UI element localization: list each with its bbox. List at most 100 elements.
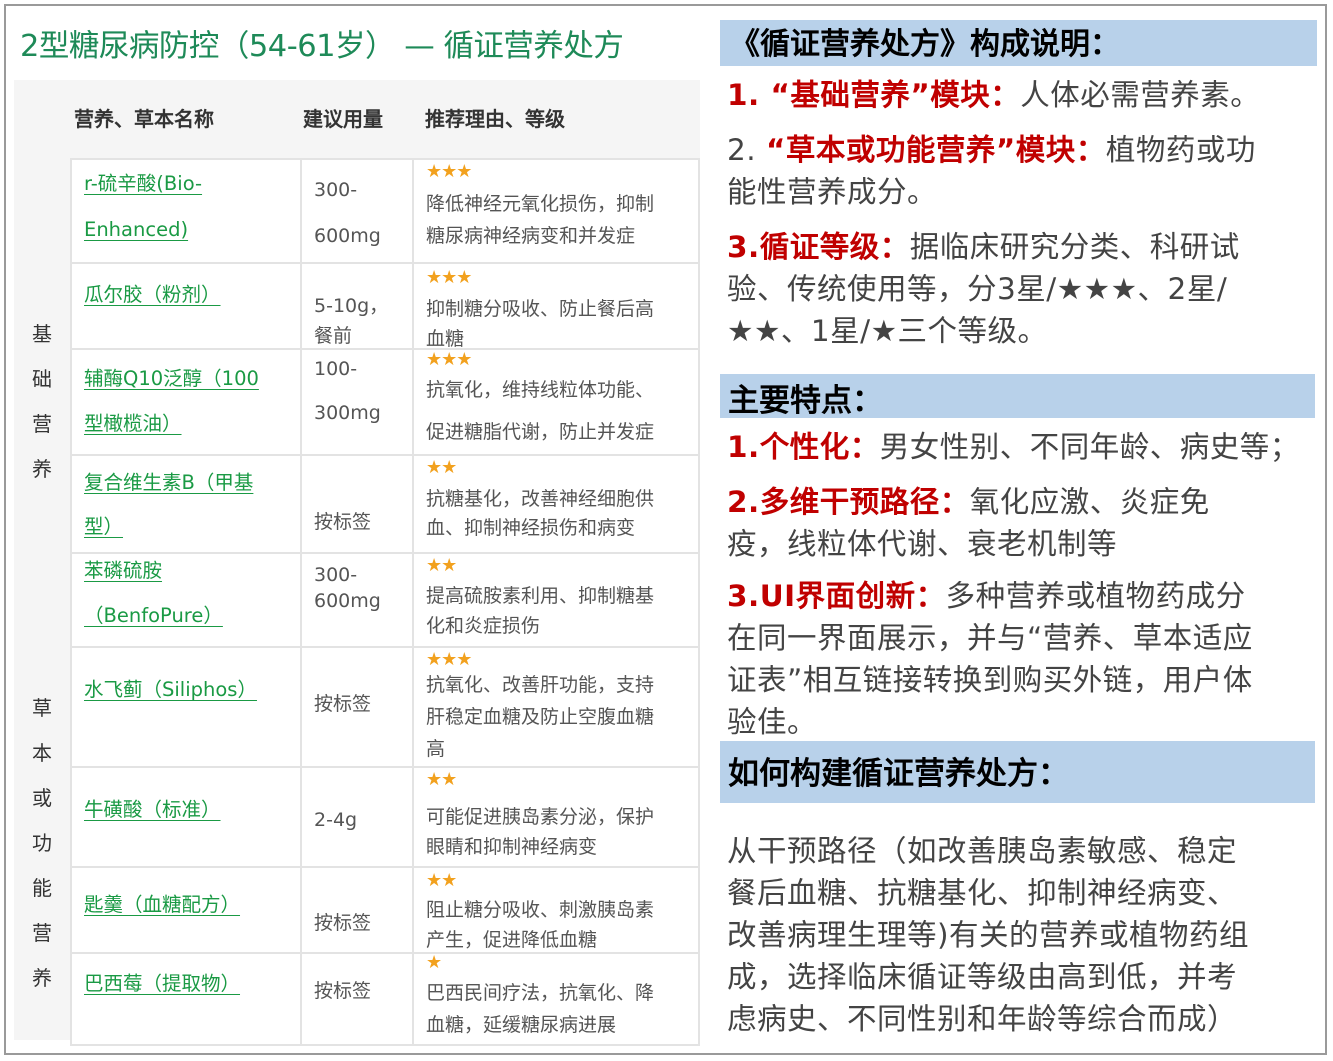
group-label-char: 本 — [32, 740, 52, 765]
dose-cell: 2-4g — [300, 768, 412, 866]
nutrient-name-link[interactable]: 瓜尔胶（粉剂） — [84, 273, 221, 317]
name-cell: 复合维生素B（甲基 型） — [70, 456, 300, 552]
table-row: 瓜尔胶（粉剂） 5-10g， 餐前 ★★★ 抑制糖分吸收、防止餐后高 血糖 — [70, 262, 700, 350]
table-body: 基础营养草本或功能营养 r-硫辛酸(Bio- Enhanced) 300- 600mg ★… — [14, 158, 700, 1046]
composition-item-2-number: 2. — [727, 133, 767, 167]
reason-text: 化和炎症损伤 — [426, 615, 541, 637]
dose-cell: 按标签 — [300, 868, 412, 952]
feature-item-2: 2.多维干预路径：氧化应激、炎症免 — [727, 481, 1210, 523]
section-howto-header: 如何构建循证营养处方： — [720, 741, 1315, 803]
header-name: 营养、草本名称 — [74, 107, 214, 131]
dose-cell: 按标签 — [300, 456, 412, 552]
dose-text: 按标签 — [314, 693, 372, 715]
table-row: 匙羹（血糖配方） 按标签 ★★ 阻止糖分吸收、刺激胰岛素 产生，促进降低血糖 — [70, 866, 700, 952]
feature-item-1-label: 1.个性化： — [727, 430, 880, 464]
group-label-char: 养 — [32, 965, 52, 990]
reason-text: 肝稳定血糖及防止空腹血糖 — [426, 706, 655, 728]
nutrient-name-link[interactable]: Enhanced) — [84, 208, 188, 252]
name-cell: 辅酶Q10泛醇（100 型橄榄油） — [70, 350, 300, 454]
dose-text: 2-4g — [314, 809, 358, 831]
nutrient-name-link[interactable]: 辅酶Q10泛醇（100 — [84, 357, 259, 401]
evidence-stars: ★★ — [426, 457, 457, 478]
composition-item-1-text: 人体必需营养素。 — [1020, 78, 1261, 112]
table-title: 2型糖尿病防控（54-61岁） — 循证营养处方 — [14, 14, 700, 80]
dose-cell: 300- 600mg — [300, 554, 412, 646]
nutrient-name-link[interactable]: r-硫辛酸(Bio- — [84, 162, 202, 206]
feature-item-1: 1.个性化：男女性别、不同年龄、病史等； — [727, 426, 1300, 468]
dose-cell: 按标签 — [300, 954, 412, 1044]
evidence-stars: ★★★ — [426, 649, 472, 670]
name-cell: 匙羹（血糖配方） — [70, 868, 300, 952]
howto-line: 餐后血糖、抗糖基化、抑制神经病变、 — [727, 876, 1238, 910]
nutrient-name-link[interactable]: 匙羹（血糖配方） — [84, 883, 240, 927]
nutrient-name-link[interactable]: 苯磷硫胺 — [84, 549, 162, 593]
composition-item-3-label: 3.循证等级： — [727, 230, 910, 264]
dose-text: 300mg — [314, 402, 381, 424]
group-label-char: 或 — [32, 785, 52, 810]
reason-text: 可能促进胰岛素分泌，保护 — [426, 806, 655, 828]
dose-cell: 5-10g， 餐前 — [300, 264, 412, 348]
reason-text: 阻止糖分吸收、刺激胰岛素 — [426, 899, 655, 921]
nutrient-name-link[interactable]: 牛磺酸（标准） — [84, 788, 221, 832]
composition-item-3-line: 验、传统使用等，分3星/★★★、2星/ — [727, 272, 1228, 306]
nutrient-name-link[interactable]: 复合维生素B（甲基 — [84, 461, 253, 505]
reason-cell: ★★ 提高硫胺素利用、抑制糖基 化和炎症损伤 — [412, 554, 700, 646]
nutrient-name-link[interactable]: 巴西莓（提取物） — [84, 962, 240, 1006]
nutrient-name-link[interactable]: 水飞蓟（Siliphos） — [84, 668, 257, 712]
dose-text: 餐前 — [314, 325, 353, 347]
nutrient-name-link[interactable]: 型橄榄油） — [84, 402, 182, 446]
dose-text: 600mg — [314, 590, 381, 612]
name-cell: 水飞蓟（Siliphos） — [70, 648, 300, 766]
nutrient-name-link[interactable]: （BenfoPure） — [84, 594, 223, 638]
nutrient-name-link[interactable]: 型） — [84, 505, 123, 549]
reason-cell: ★★ 可能促进胰岛素分泌，保护 眼睛和抑制神经病变 — [412, 768, 700, 866]
feature-item-3-line: 证表”相互链接转换到购买外链，用户体 — [727, 663, 1253, 697]
name-cell: r-硫辛酸(Bio- Enhanced) — [70, 160, 300, 262]
dose-text: 300- — [314, 564, 358, 586]
group-label-0: 基础营养 — [14, 158, 70, 646]
header-reason: 推荐理由、等级 — [425, 107, 565, 131]
dose-text: 5-10g， — [314, 295, 389, 317]
group-label-char: 能 — [32, 875, 52, 900]
group-label-char: 基 — [32, 322, 52, 346]
table-row: r-硫辛酸(Bio- Enhanced) 300- 600mg ★★★ 降低神经元氧化损伤… — [70, 158, 700, 262]
group-label-char: 功 — [32, 830, 52, 855]
feature-item-3-text-0: 多种营养或植物药成分 — [945, 579, 1246, 613]
reason-cell: ★★★ 抗氧化、改善肝功能，支持 肝稳定血糖及防止空腹血糖高 — [412, 648, 700, 766]
group-label-char: 养 — [32, 457, 52, 481]
feature-item-2-label: 2.多维干预路径： — [727, 485, 970, 519]
table-row: 复合维生素B（甲基 型） 按标签 ★★ 抗糖基化，改善神经细胞供 血、抑制神经损伤和病变 — [70, 454, 700, 552]
reason-text: 产生，促进降低血糖 — [426, 929, 598, 951]
composition-item-2: 2. “草本或功能营养”模块：植物药或功 — [727, 129, 1256, 171]
section-composition-header: 《循证营养处方》构成说明： — [720, 20, 1317, 66]
composition-item-2-line: 能性营养成分。 — [727, 175, 938, 209]
reason-text: 巴西民间疗法，抗氧化、降 — [426, 982, 655, 1004]
reason-text: 抗糖基化，改善神经细胞供 — [426, 488, 655, 510]
composition-item-3-line: ★★、1星/★三个等级。 — [727, 314, 1048, 348]
table-row: 牛磺酸（标准） 2-4g ★★ 可能促进胰岛素分泌，保护 眼睛和抑制神经病变 — [70, 766, 700, 866]
dose-cell: 按标签 — [300, 648, 412, 766]
reason-cell: ★★★ 抗氧化，维持线粒体功能、 促进糖脂代谢，防止并发症 — [412, 350, 700, 454]
dose-text: 300- — [314, 179, 358, 201]
group-label-char: 础 — [32, 367, 52, 391]
reason-text: 高 — [426, 738, 446, 760]
reason-text: 抑制糖分吸收、防止餐后高 — [426, 298, 655, 320]
group-label-char: 草 — [32, 695, 52, 720]
group-label-char: 营 — [32, 920, 52, 945]
composition-item-2-label: “草本或功能营养”模块： — [766, 133, 1106, 167]
nutrition-table: 2型糖尿病防控（54-61岁） — 循证营养处方 营养、草本名称 建议用量 推荐… — [14, 14, 700, 1046]
dose-text: 按标签 — [314, 511, 372, 533]
howto-line: 改善病理生理等)有关的营养或植物药组 — [727, 918, 1250, 952]
reason-cell: ★★★ 抑制糖分吸收、防止餐后高 血糖 — [412, 264, 700, 350]
reason-text: 眼睛和抑制神经病变 — [426, 836, 598, 858]
name-cell: 苯磷硫胺 （BenfoPure） — [70, 554, 300, 646]
reason-text: 促进糖脂代谢，防止并发症 — [426, 421, 655, 443]
group-label-char: 营 — [32, 412, 52, 436]
evidence-stars: ★★ — [426, 870, 457, 891]
group-label-1: 草本或功能营养 — [14, 646, 70, 1040]
reason-cell: ★ 巴西民间疗法，抗氧化、降 血糖，延缓糖尿病进展 — [412, 953, 700, 1044]
table-header: 营养、草本名称 建议用量 推荐理由、等级 — [14, 80, 700, 158]
reason-text: 抗氧化，维持线粒体功能、 — [426, 379, 655, 401]
evidence-stars: ★★★ — [426, 161, 472, 182]
dose-cell: 100- 300mg — [300, 350, 412, 454]
